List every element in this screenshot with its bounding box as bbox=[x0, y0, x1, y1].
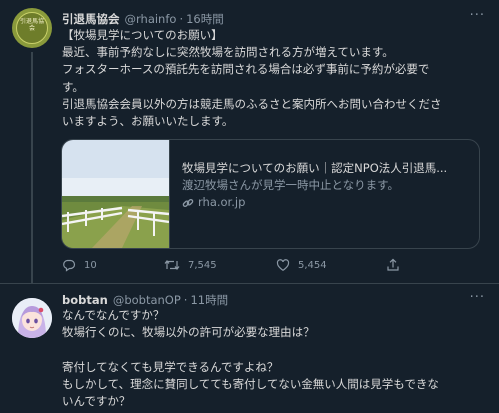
user-handle[interactable]: @bobtanOP bbox=[113, 293, 181, 307]
avatar-bobtan[interactable] bbox=[12, 298, 52, 338]
tweet-actions: 10 7,545 5,454 bbox=[62, 258, 482, 272]
tweet-line bbox=[62, 341, 492, 358]
link-card-title: 牧場見学についてのお願い｜認定NPO法人引退馬... bbox=[182, 161, 448, 175]
display-name[interactable]: 引退馬協会 bbox=[62, 11, 120, 27]
separator-dot: · bbox=[183, 293, 188, 307]
tweet-bobtan[interactable]: bobtan @bobtanOP · 11時間 ··· なんでなんですか？ 牧場… bbox=[0, 284, 499, 413]
share-icon bbox=[387, 258, 399, 271]
user-handle[interactable]: @rhainfo bbox=[125, 12, 177, 26]
reply-icon bbox=[63, 259, 76, 272]
reply-button[interactable]: 10 bbox=[62, 258, 164, 272]
like-count: 5,454 bbox=[298, 259, 327, 271]
separator-dot: · bbox=[179, 12, 184, 26]
reply-count: 10 bbox=[84, 259, 97, 271]
tweet-line: いますよう、お願いいたします。 bbox=[62, 114, 234, 129]
link-card-image bbox=[62, 140, 170, 248]
tweet-line: なんでなんですか？ bbox=[62, 308, 165, 322]
tweet-text: 【牧場見学についてのお願い】 最近、事前予約なしに突然牧場を訪問される方が増えて… bbox=[62, 27, 492, 130]
link-card-domain-row: rha.or.jp bbox=[182, 194, 447, 211]
link-icon bbox=[182, 198, 194, 207]
tweet-line: 引退馬協会会員以外の方は競走馬のふるさと案内所へお問い合わせくださ bbox=[62, 96, 442, 111]
tweet-line: いんですか？ bbox=[62, 394, 131, 408]
avatar-logo-text: 引退馬協会 bbox=[19, 18, 44, 32]
timestamp[interactable]: 11時間 bbox=[190, 292, 228, 308]
display-name[interactable]: bobtan bbox=[62, 293, 108, 307]
tweet-line: 寄付してなくても見学できるんですよね？ bbox=[62, 359, 279, 374]
tweet-line: 牧場行くのに、牧場以外の許可が必要な理由は？ bbox=[62, 325, 315, 340]
thread-line bbox=[31, 52, 33, 283]
share-button[interactable] bbox=[386, 258, 400, 272]
link-card-domain: rha.or.jp bbox=[198, 195, 246, 209]
tweet-line: 最近、事前予約なしに突然牧場を訪問される方が増えています。 bbox=[62, 45, 394, 60]
avatar-rhainfo[interactable]: 引退馬協会 bbox=[12, 8, 52, 48]
tweet-line: フォスターホースの預託先を訪問される場合は必ず事前に予約が必要で bbox=[62, 62, 430, 77]
like-button[interactable]: 5,454 bbox=[276, 258, 386, 272]
link-card-description: 渡辺牧場さんが見学一時中止となります。 bbox=[182, 178, 400, 192]
tweet-rhainfo[interactable]: 引退馬協会 引退馬協会 @rhainfo · 16時間 ··· 【牧場見学につい… bbox=[0, 0, 499, 283]
tweet-line: 【牧場見学についてのお願い】 bbox=[62, 28, 223, 42]
link-card-text: 牧場見学についてのお願い｜認定NPO法人引退馬... 渡辺牧場さんが見学一時中止… bbox=[170, 140, 457, 248]
tweet-line: もしかして、理念に賛同してても寄付してない金無い人間は見学もできな bbox=[62, 376, 439, 391]
tweet-header: 引退馬協会 @rhainfo · 16時間 bbox=[62, 11, 224, 27]
like-icon bbox=[276, 259, 290, 272]
timestamp[interactable]: 16時間 bbox=[186, 11, 224, 27]
anime-avatar-image bbox=[12, 298, 52, 338]
retweet-icon bbox=[164, 260, 180, 270]
retweet-button[interactable]: 7,545 bbox=[164, 258, 276, 272]
tweet-text: なんでなんですか？ 牧場行くのに、牧場以外の許可が必要な理由は？ 寄付してなくて… bbox=[62, 307, 492, 410]
more-options-icon[interactable]: ··· bbox=[470, 290, 485, 305]
link-card[interactable]: 牧場見学についてのお願い｜認定NPO法人引退馬... 渡辺牧場さんが見学一時中止… bbox=[61, 139, 480, 249]
retweet-count: 7,545 bbox=[188, 259, 217, 271]
more-options-icon[interactable]: ··· bbox=[470, 8, 485, 23]
tweet-line: す。 bbox=[62, 79, 84, 94]
tweet-header: bobtan @bobtanOP · 11時間 bbox=[62, 292, 228, 308]
